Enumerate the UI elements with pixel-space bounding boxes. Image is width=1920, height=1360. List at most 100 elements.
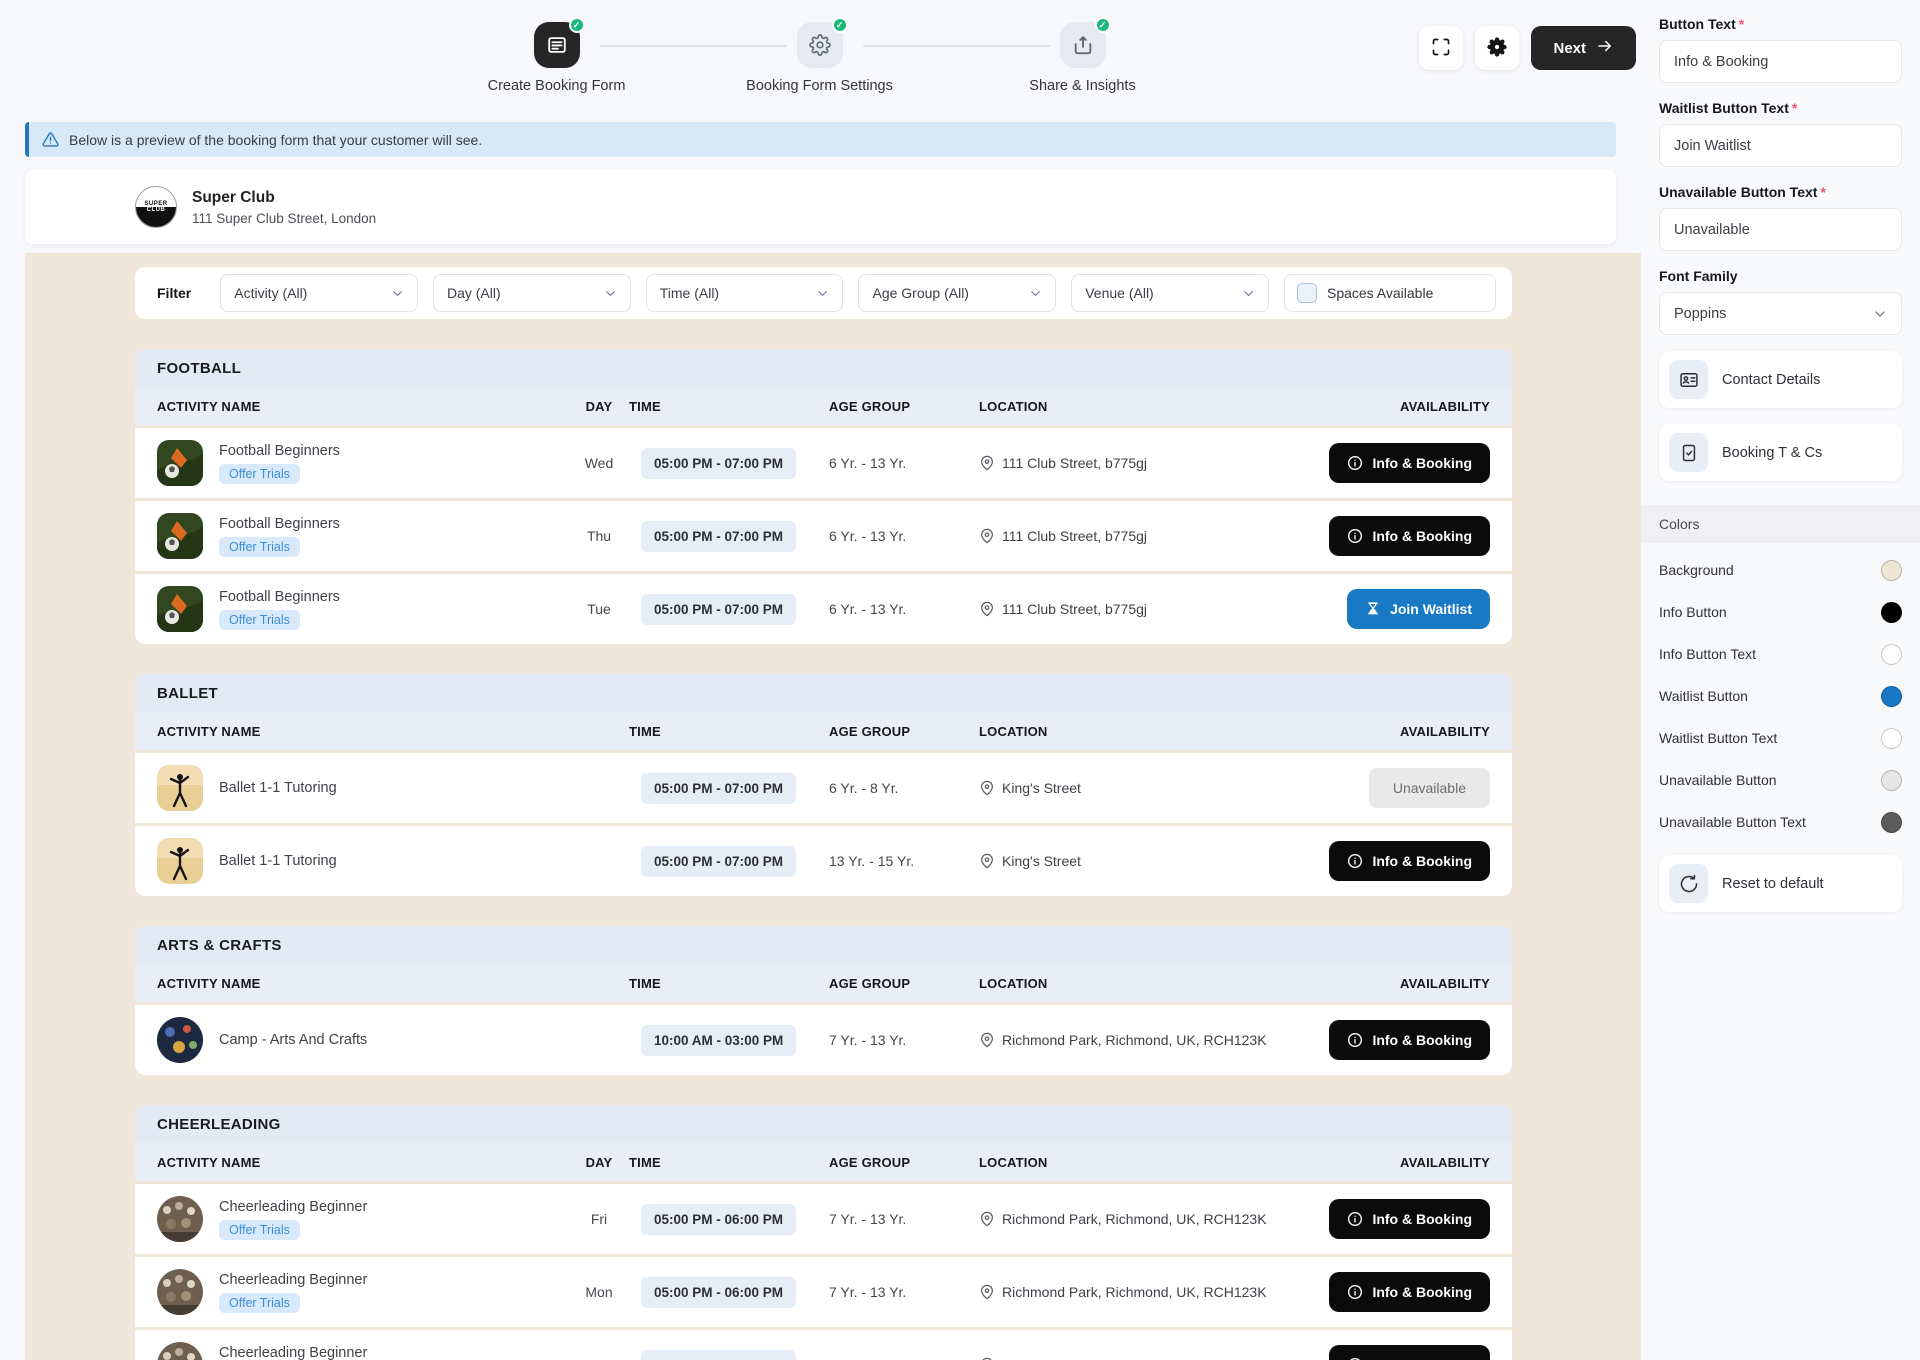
activity-name: Cheerleading Beginner [219,1344,368,1360]
join-waitlist-button[interactable]: Join Waitlist [1347,589,1490,629]
availability-button-label: Join Waitlist [1390,601,1472,617]
activity-time: 05:00 PM - 07:00 PM [641,593,797,625]
info-booking-button[interactable]: Info & Booking [1329,516,1490,556]
column-header-age-group: AGE GROUP [829,1154,911,1170]
info-icon [1347,528,1363,544]
reset-to-default-label: Reset to default [1722,875,1824,892]
activity-name-cell: Football Beginners Offer Trials [219,443,569,484]
booking-form-preview: Filter Activity (All) Day (All) Time (All) A… [25,253,1641,1360]
reset-to-default-button[interactable]: Reset to default [1659,855,1902,912]
activity-location-text: Richmond Park, Richmond, UK, RCH123K [1002,1284,1267,1300]
next-button[interactable]: Next [1531,26,1636,70]
chevron-down-icon [391,287,404,300]
gear-icon [796,17,848,68]
column-header-day: DAY [585,398,613,414]
color-setting-row: Background [1659,549,1902,591]
stepper-step-3[interactable]: Share & Insights [862,17,1214,94]
column-header-activity-name: ACTIVITY NAME [157,975,261,991]
filter-dropdown-value: Time (All) [659,285,720,301]
color-swatch-info-button-text[interactable] [1881,643,1902,665]
info-booking-button[interactable]: Info & Booking [1329,1199,1490,1239]
availability-cell: Info & Booking [1329,516,1490,556]
availability-cell: Info & Booking [1329,1272,1490,1312]
top-actions: Next [1419,26,1636,70]
unavailable-button-text-input[interactable] [1659,208,1902,251]
button-text-input[interactable] [1659,40,1902,83]
chevron-down-icon [1242,287,1255,300]
filter-dropdown-value: Day (All) [446,285,501,301]
color-swatch-unavailable-button[interactable] [1881,769,1902,791]
club-name: Super Club [192,188,275,206]
waitlist-button-text-label: Waitlist Button Text * [1659,100,1798,116]
activity-location: King's Street [979,853,1320,869]
club-header-card: SUPER CLUB Super Club 111 Super Club Str… [25,170,1616,244]
contact-details-button[interactable]: Contact Details [1659,351,1902,408]
activity-age-group: 6 Yr. - 8 Yr. [829,780,899,796]
preview-alert: Below is a preview of the booking form t… [25,122,1616,157]
info-booking-button[interactable]: Info & Booking [1329,443,1490,483]
location-pin-icon [979,1284,995,1300]
column-header-location: LOCATION [979,723,1048,739]
contact-details-label: Contact Details [1722,371,1821,388]
required-asterisk: * [1791,100,1798,116]
stepper-step-label: Share & Insights [1029,78,1136,94]
color-swatch-info-button[interactable] [1881,601,1902,623]
chevron-down-icon [816,287,829,300]
color-swatch-waitlist-button[interactable] [1881,685,1902,707]
filter-dropdown-day[interactable]: Day (All) [432,274,631,312]
column-header-activity-name: ACTIVITY NAME [157,1154,261,1170]
filter-dropdown-activity[interactable]: Activity (All) [220,274,418,312]
column-header-availability: AVAILABILITY [1399,975,1490,991]
required-asterisk: * [1738,16,1745,32]
chevron-down-icon [1873,307,1887,321]
activity-row: Cheerleading BeginnerOffer TrialsTue05:0… [135,1330,1512,1360]
filter-dropdown-age[interactable]: Age Group (All) [858,274,1057,312]
filter-dropdown-time[interactable]: Time (All) [645,274,844,312]
info-booking-button[interactable]: Info & Booking [1329,1272,1490,1312]
info-icon [1347,1284,1363,1300]
club-logo-top-text: SUPER [136,187,176,207]
column-header-time: TIME [629,398,661,414]
activity-location-text: 111 Club Street, b775gj [1002,528,1148,544]
color-swatch-waitlist-button-text[interactable] [1881,727,1902,749]
stepper-step-2[interactable]: Booking Form Settings [599,17,951,94]
font-family-select[interactable]: Poppins [1659,292,1902,335]
availability-cell: Join Waitlist [1347,589,1490,629]
color-swatch-background[interactable] [1881,559,1902,581]
booking-terms-button[interactable]: Booking T & Cs [1659,424,1902,481]
availability-button-label: Info & Booking [1372,1284,1472,1300]
unavailable-button-text-label: Unavailable Button Text * [1659,184,1826,200]
spaces-available-label: Spaces Available [1326,285,1434,301]
filter-dropdown-value: Activity (All) [234,285,308,301]
booking-form-builder: Create Booking Form Booking Form Settings… [0,0,1641,1360]
column-header-availability: AVAILABILITY [1399,1154,1490,1170]
stepper-step-1[interactable]: Create Booking Form [425,17,688,94]
activity-location: Richmond Park, Richmond, UK, RCH123K [979,1211,1320,1227]
spaces-available-filter: Spaces Available [1283,274,1496,312]
color-swatch-unavailable-button-text[interactable] [1881,811,1902,833]
settings-button[interactable] [1475,26,1520,70]
info-booking-button[interactable]: Info & Booking [1329,1345,1490,1360]
activity-section-ballet: BALLET ACTIVITY NAME TIME AGE GROUP LOCATION… [135,674,1512,896]
filter-dropdown-venue[interactable]: Venue (All) [1071,274,1269,312]
info-booking-button[interactable]: Info & Booking [1329,1020,1490,1060]
location-pin-icon [979,528,995,544]
column-header-availability: AVAILABILITY [1399,398,1490,414]
column-header-location: LOCATION [979,975,1048,991]
info-icon [1347,1211,1363,1227]
fullscreen-button[interactable] [1419,26,1464,70]
section-title: CHEERLEADING [135,1105,1512,1143]
warning-icon [42,131,59,148]
waitlist-button-text-input[interactable] [1659,124,1902,167]
activity-time: 10:00 AM - 03:00 PM [641,1024,797,1056]
section-column-headers: ACTIVITY NAME TIME AGE GROUP LOCATION AVAILA… [135,712,1512,750]
activity-name: Football Beginners [219,442,340,459]
info-booking-button[interactable]: Info & Booking [1329,841,1490,881]
color-setting-label: Waitlist Button [1659,688,1748,704]
offer-trials-badge: Offer Trials [219,536,300,557]
section-title: BALLET [135,674,1512,712]
arrow-right-icon [1596,37,1614,59]
football-thumbnail [157,440,203,486]
spaces-available-checkbox[interactable] [1296,283,1317,303]
activity-day: Thu [586,528,612,544]
